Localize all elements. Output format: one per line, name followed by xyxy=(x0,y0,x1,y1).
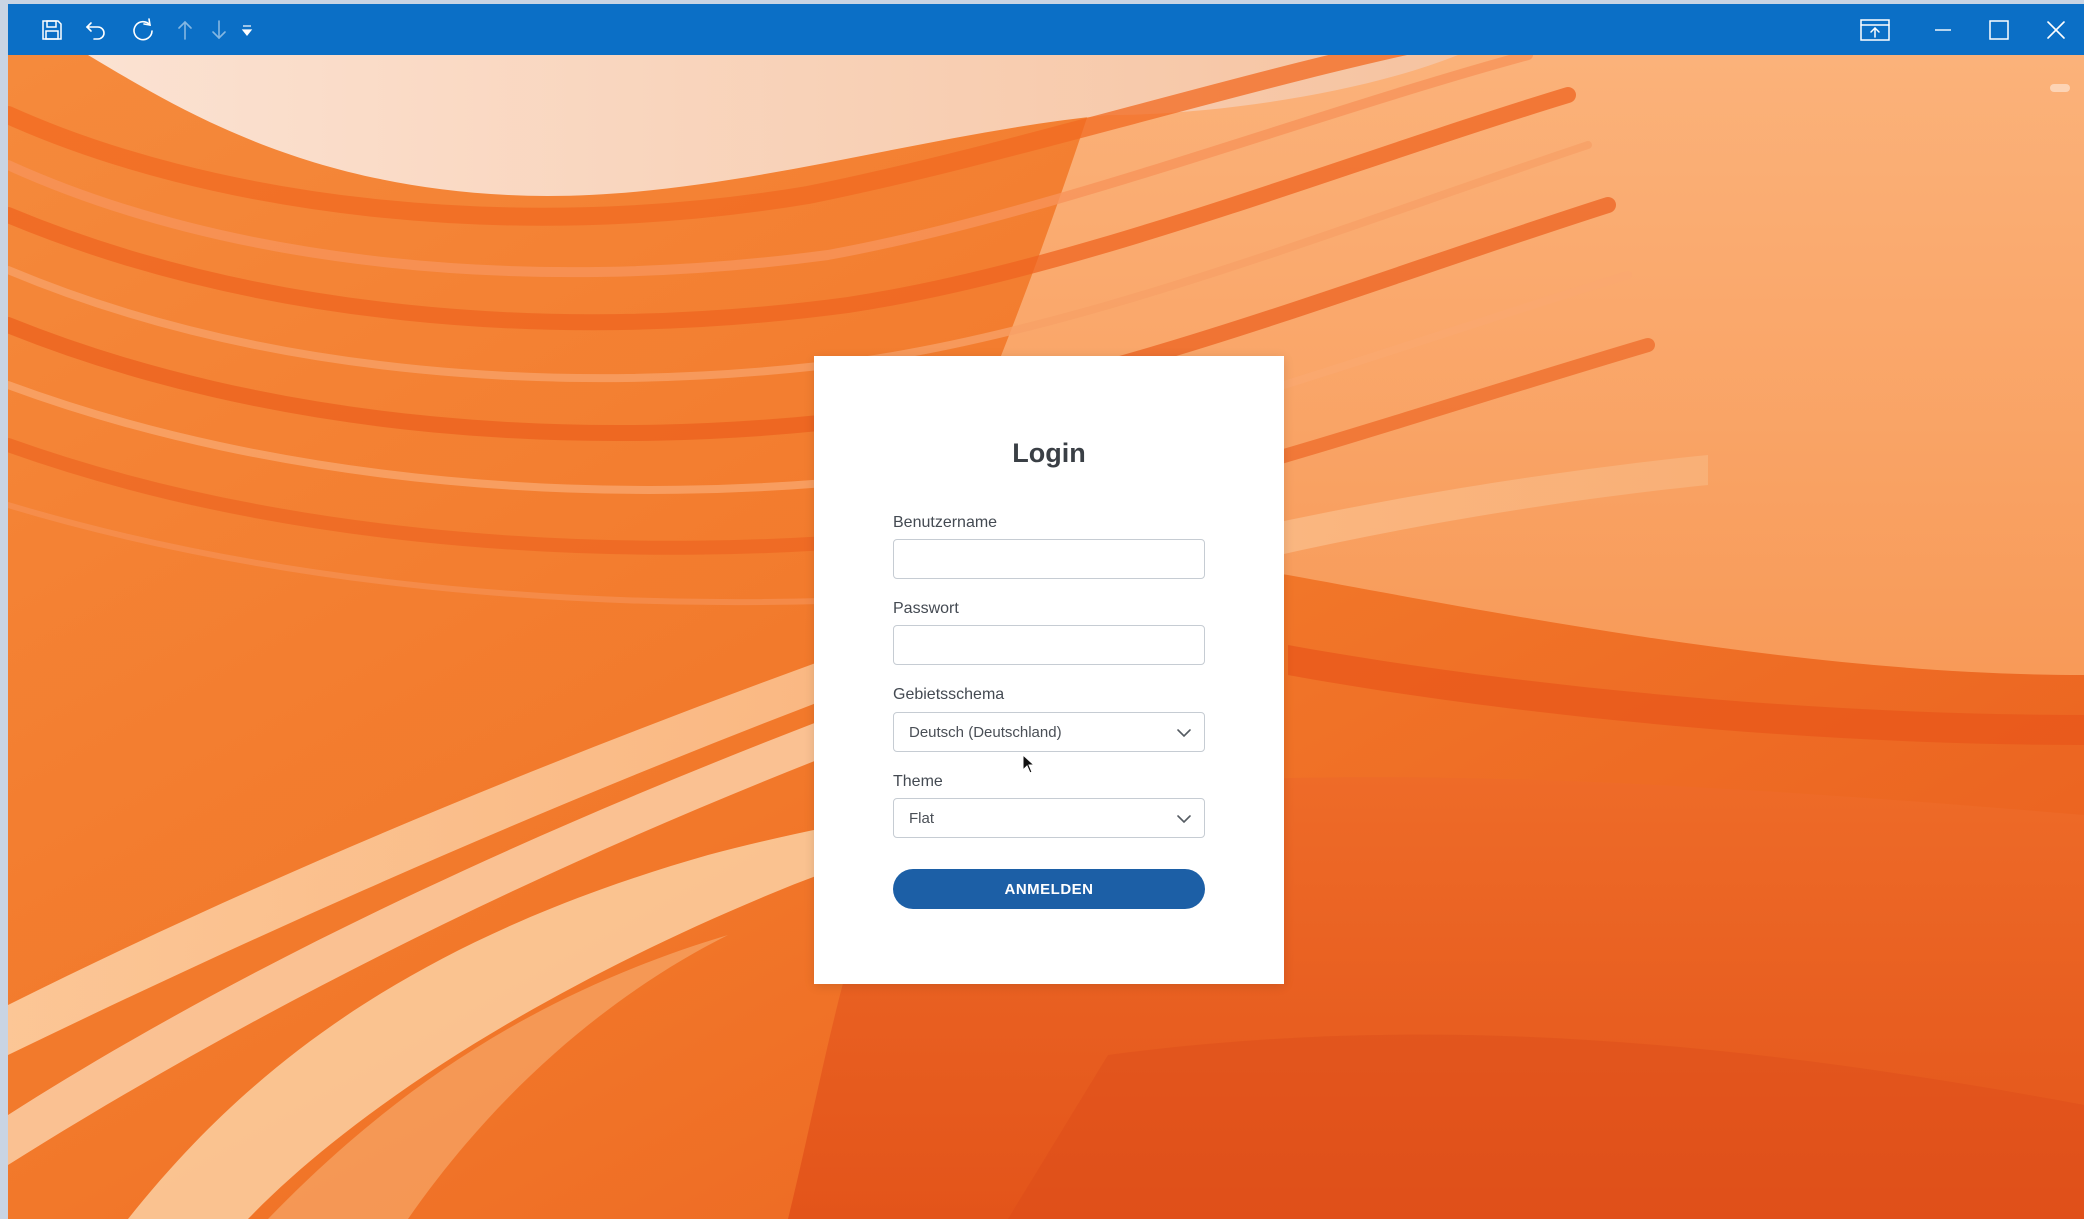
login-card: Login Benutzername Passwort Gebietsschem… xyxy=(814,356,1284,984)
arrow-up-icon xyxy=(176,19,194,41)
theme-selected-value: Flat xyxy=(909,810,935,827)
minimize-icon xyxy=(1934,21,1952,39)
minimize-button[interactable] xyxy=(1918,4,1968,55)
redo-button[interactable] xyxy=(121,4,165,55)
arrow-down-icon xyxy=(210,19,228,41)
username-input[interactable] xyxy=(893,539,1205,579)
login-submit-button[interactable]: ANMELDEN xyxy=(893,869,1205,909)
chevron-down-icon xyxy=(1176,812,1192,830)
maximize-icon xyxy=(1989,19,2009,40)
title-bar xyxy=(8,4,2084,55)
maximize-button[interactable] xyxy=(1974,4,2024,55)
login-title: Login xyxy=(1012,438,1086,468)
undo-icon xyxy=(85,19,107,41)
close-button[interactable] xyxy=(2031,4,2081,55)
customize-dropdown-icon xyxy=(241,23,253,37)
save-icon xyxy=(41,19,63,41)
corner-indicator xyxy=(2050,84,2070,92)
locale-select[interactable]: Deutsch (Deutschland) xyxy=(893,712,1205,752)
customize-toolbar-button[interactable] xyxy=(232,4,262,55)
close-icon xyxy=(2046,20,2066,40)
theme-select[interactable]: Flat xyxy=(893,798,1205,838)
mouse-cursor-icon xyxy=(1022,753,1036,779)
username-label: Benutzername xyxy=(893,514,998,531)
theme-label: Theme xyxy=(893,773,943,790)
password-label: Passwort xyxy=(893,600,959,617)
present-button[interactable] xyxy=(1850,4,1900,55)
present-icon xyxy=(1860,18,1890,41)
undo-button[interactable] xyxy=(74,4,118,55)
password-input[interactable] xyxy=(893,625,1205,665)
redo-icon xyxy=(131,17,155,42)
app-window: Login Benutzername Passwort Gebietsschem… xyxy=(8,4,2084,1219)
locale-label: Gebietsschema xyxy=(893,686,1005,703)
save-button[interactable] xyxy=(30,4,74,55)
chevron-down-icon xyxy=(1176,726,1192,744)
locale-selected-value: Deutsch (Deutschland) xyxy=(909,724,1062,741)
